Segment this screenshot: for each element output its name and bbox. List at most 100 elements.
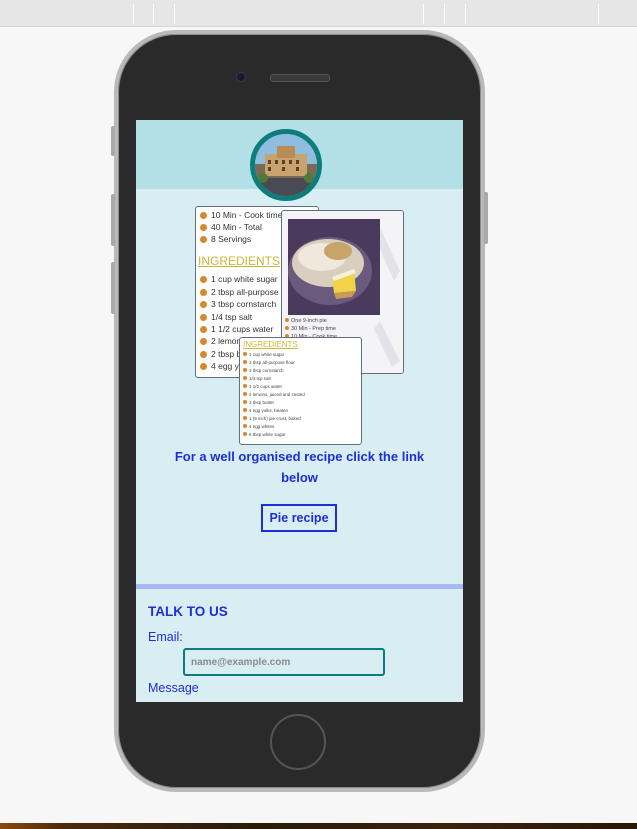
home-button xyxy=(270,714,326,770)
pie-bullet-icon xyxy=(200,314,207,321)
mute-switch xyxy=(111,126,115,156)
ingredient-item: 1 cup white sugar xyxy=(200,274,278,284)
ingredient-text: 1/4 tsp salt xyxy=(249,376,271,381)
ingredient-text: 2 lemons, juiced and zested xyxy=(249,392,305,397)
email-label: Email: xyxy=(148,630,183,644)
ingredient-item: 4 egg yo xyxy=(200,361,244,371)
ingredient-item: 2 tbsp b xyxy=(200,349,241,359)
pie-bullet-icon xyxy=(200,224,207,231)
pie-bullet-icon xyxy=(243,408,247,412)
recipe-detail: 8 Servings xyxy=(200,234,251,244)
ingredient-item: 2 tbsp butter xyxy=(243,400,274,405)
ingredient-item: 1 1/2 cups water xyxy=(200,324,273,334)
section-divider xyxy=(136,584,463,589)
pie-bullet-icon xyxy=(243,360,247,364)
pie-bullet-icon xyxy=(243,400,247,404)
ingredient-text: 2 tbsp butter xyxy=(249,400,275,405)
ingredients-title: INGREDIENTS xyxy=(243,340,298,349)
recipe-detail-text: 8 Servings xyxy=(211,234,252,244)
ingredient-text: 2 tbsp all-purpose flour xyxy=(249,360,295,365)
hotel-logo-avatar xyxy=(250,129,322,201)
ingredient-item: 1/4 tsp salt xyxy=(200,312,252,322)
power-button xyxy=(484,192,488,244)
email-field[interactable] xyxy=(183,648,385,676)
ingredient-item: 2 lemons, juiced and zested xyxy=(243,392,305,397)
pie-bullet-icon xyxy=(200,276,207,283)
ingredient-text: 1 1/2 cups water xyxy=(211,324,274,334)
ingredient-item: 1 cup white sugar xyxy=(243,352,284,357)
recipe-detail-text: One 9-inch pie xyxy=(291,318,327,324)
pie-bullet-icon xyxy=(200,301,207,308)
pie-bullet-icon xyxy=(200,363,207,370)
ingredient-item: 1 1/2 cups water xyxy=(243,384,282,389)
recipe-card-front: INGREDIENTS 1 cup white sugar 2 tbsp all… xyxy=(239,337,362,445)
ingredient-text: 1 cup white sugar xyxy=(249,352,285,357)
ingredient-text: 1 1/2 cups water xyxy=(249,384,283,389)
pie-bullet-icon xyxy=(243,424,247,428)
ingredient-item: 4 egg whites xyxy=(243,424,274,429)
pie-bullet-icon xyxy=(200,351,207,358)
pie-bullet-icon xyxy=(200,326,207,333)
volume-up-button xyxy=(111,194,115,246)
pie-bullet-icon xyxy=(243,416,247,420)
ingredient-text: 3 tbsp cornstarch xyxy=(249,368,284,373)
ingredient-item: 4 egg yolks, beaten xyxy=(243,408,288,413)
ingredient-item: 3 tbsp cornstarch xyxy=(243,368,284,373)
ingredient-item: 2 lemon xyxy=(200,336,241,346)
pie-bullet-icon xyxy=(285,326,289,330)
pie-recipe-button[interactable]: Pie recipe xyxy=(261,504,337,532)
phone-screen: 10 Min - Cook time 40 Min - Total 8 Serv… xyxy=(136,120,463,702)
volume-down-button xyxy=(111,262,115,314)
pie-bullet-icon xyxy=(200,236,207,243)
recipe-detail: 30 Min - Prep time xyxy=(285,326,336,332)
pie-bullet-icon xyxy=(243,384,247,388)
page-bottom-strip xyxy=(0,823,637,829)
toolbar-divider xyxy=(153,4,154,24)
recipe-detail-text: 10 Min - Cook time xyxy=(211,210,283,220)
toolbar-divider xyxy=(444,4,445,24)
pie-bullet-icon xyxy=(200,212,207,219)
ingredient-text: 2 tbsp b xyxy=(211,349,242,359)
toolbar-divider xyxy=(423,4,424,24)
pie-bullet-icon xyxy=(285,318,289,322)
ingredient-text: 4 egg yolks, beaten xyxy=(249,408,289,413)
ingredient-item: 1 (9 inch) pie crust, baked xyxy=(243,416,301,421)
pie-bullet-icon xyxy=(243,368,247,372)
ingredient-text: 1 (9 inch) pie crust, baked xyxy=(249,416,301,421)
recipe-detail-text: 30 Min - Prep time xyxy=(291,326,336,332)
message-label: Message xyxy=(148,681,199,695)
toolbar-divider xyxy=(598,4,599,24)
recipe-detail: 10 Min - Cook time xyxy=(200,210,282,220)
ingredient-text: 2 lemon xyxy=(211,336,242,346)
ingredient-text: 3 tbsp cornstarch xyxy=(211,299,277,309)
ingredient-item: 2 tbsp all-purpose f xyxy=(200,287,283,297)
speaker-grille xyxy=(270,74,330,82)
recipe-detail: 40 Min - Total xyxy=(200,222,262,232)
toolbar-divider xyxy=(174,4,175,24)
pie-bullet-icon xyxy=(243,392,247,396)
ingredient-text: 1 cup white sugar xyxy=(211,274,278,284)
toolbar-divider xyxy=(465,4,466,24)
ingredient-item: 2 tbsp all-purpose flour xyxy=(243,360,295,365)
toolbar-divider xyxy=(133,4,134,24)
ingredient-text: 6 tbsp white sugar xyxy=(249,432,286,437)
pie-bullet-icon xyxy=(200,289,207,296)
recipe-detail: One 9-inch pie xyxy=(285,318,327,324)
hotel-building-image xyxy=(255,134,317,196)
ingredient-item: 3 tbsp cornstarch xyxy=(200,299,276,309)
recipe-call-to-action: For a well organised recipe click the li… xyxy=(174,449,425,485)
ingredient-text: 2 tbsp all-purpose f xyxy=(211,287,284,297)
pie-bullet-icon xyxy=(243,432,247,436)
pie-bullet-icon xyxy=(200,338,207,345)
pie-bullet-icon xyxy=(243,352,247,356)
ingredient-item: 1/4 tsp salt xyxy=(243,376,271,381)
ingredients-title: INGREDIENTS xyxy=(198,254,281,268)
ingredient-item: 6 tbsp white sugar xyxy=(243,432,286,437)
ingredient-text: 4 egg whites xyxy=(249,424,275,429)
front-camera xyxy=(236,72,246,82)
ingredient-text: 1/4 tsp salt xyxy=(211,312,253,322)
contact-heading: TALK TO US xyxy=(148,604,228,619)
pie-bullet-icon xyxy=(243,376,247,380)
recipe-detail-text: 40 Min - Total xyxy=(211,222,262,232)
browser-toolbar xyxy=(0,0,637,27)
